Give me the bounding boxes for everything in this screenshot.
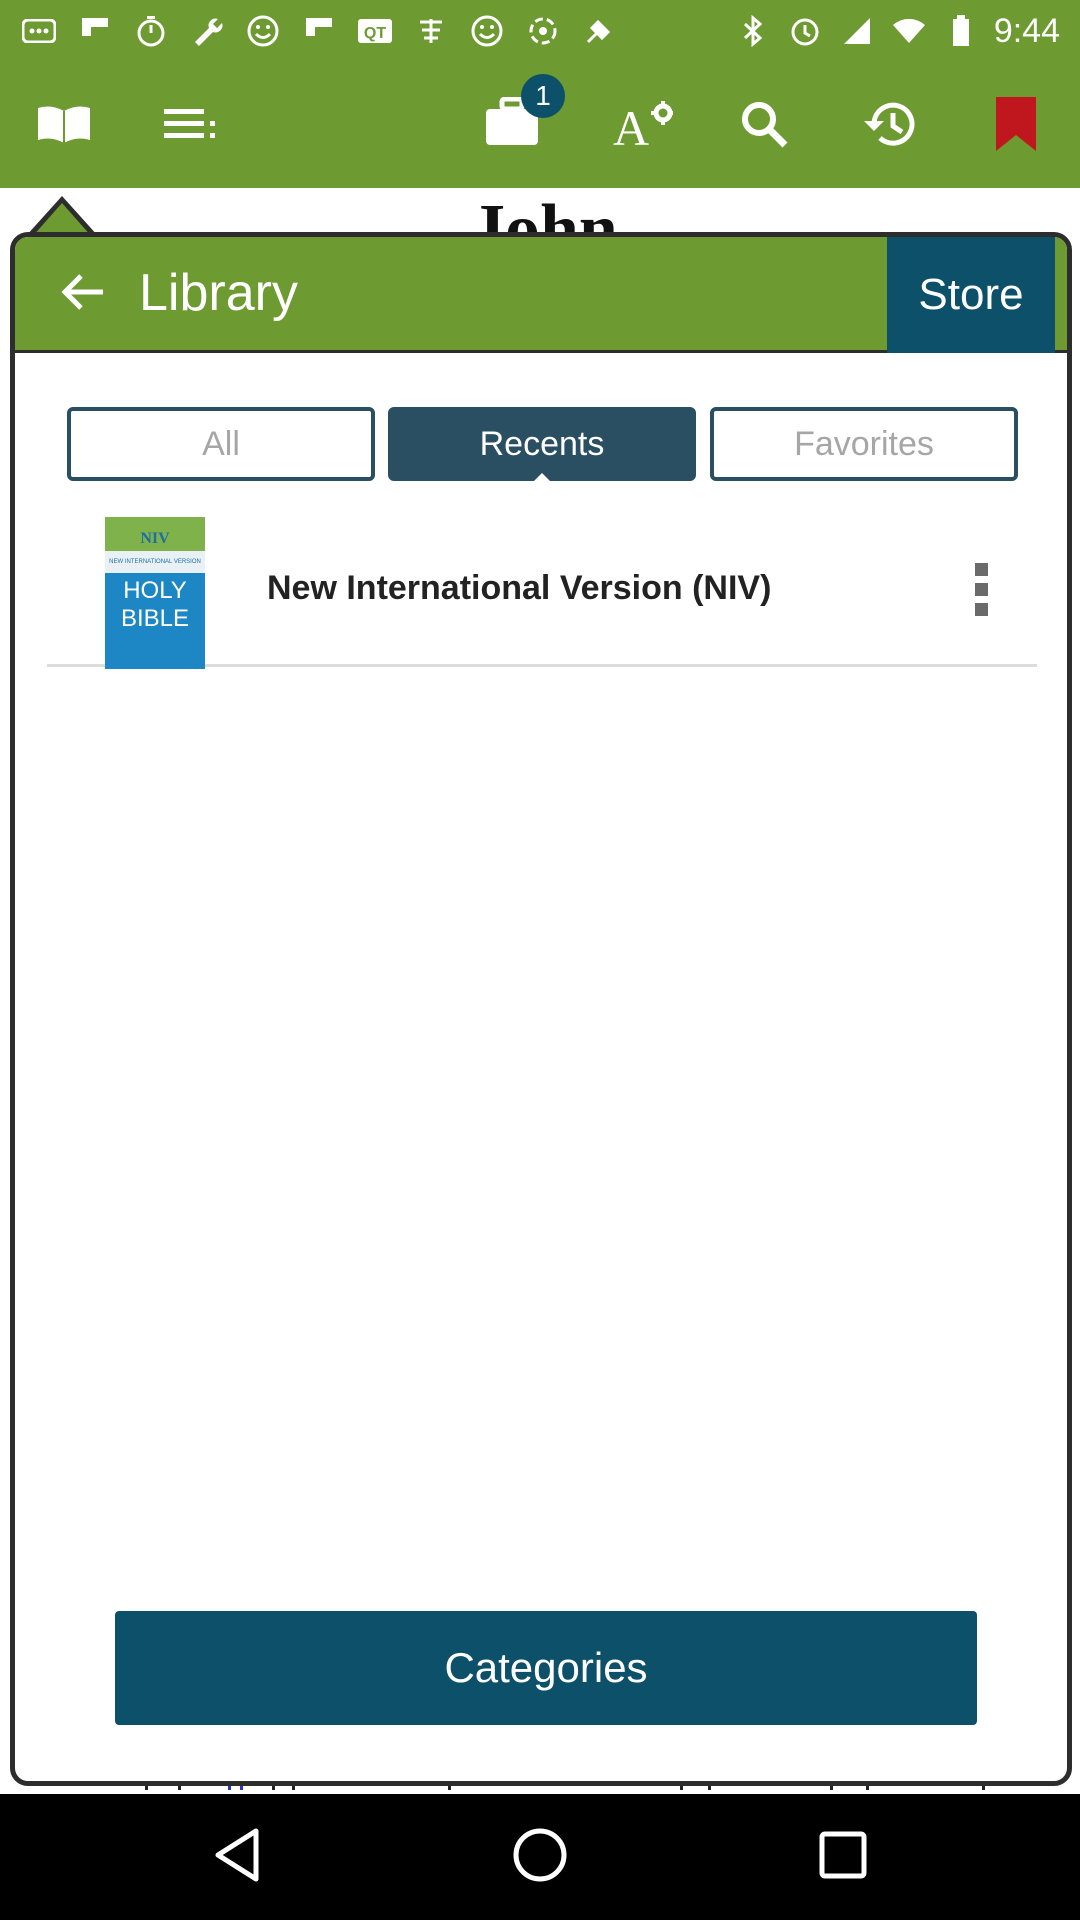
recents-square-icon (818, 1830, 868, 1885)
book-icon[interactable] (24, 84, 104, 164)
list-item[interactable]: NIV NEW INTERNATIONAL VERSION HOLY BIBLE… (47, 507, 1037, 669)
smiley-icon (468, 12, 506, 50)
library-popup: Library Store All Recents Favorites NIV … (10, 232, 1072, 1786)
svg-text:A: A (613, 100, 649, 149)
popup-title: Library (139, 264, 298, 322)
battery-icon (942, 12, 980, 50)
back-nav-button[interactable] (202, 1822, 272, 1892)
text-settings-icon[interactable]: A (602, 84, 682, 164)
wrench-icon (188, 12, 226, 50)
notification-badge: 1 (521, 74, 565, 118)
system-icons: 9:44 (734, 12, 1060, 51)
cycle-icon (524, 12, 562, 50)
more-options-icon (974, 562, 988, 576)
notification-icons: QT (20, 12, 618, 50)
flipboard-icon (76, 12, 114, 50)
history-icon[interactable] (850, 84, 930, 164)
svg-text:QT: QT (364, 25, 386, 42)
list-icon[interactable] (150, 84, 230, 164)
book-cover: NIV NEW INTERNATIONAL VERSION HOLY BIBLE (105, 517, 205, 669)
tab-all[interactable]: All (67, 407, 375, 481)
back-arrow-icon (59, 272, 105, 317)
store-button[interactable]: Store (887, 237, 1055, 353)
alarm-icon (786, 12, 824, 50)
tab-recents[interactable]: Recents (388, 407, 696, 483)
home-circle-icon (512, 1827, 568, 1888)
more-notifications-icon (20, 12, 58, 50)
fake-gps-icon (580, 12, 618, 50)
home-nav-button[interactable] (505, 1822, 575, 1892)
popup-header: Library Store (15, 237, 1067, 353)
qt-icon: QT (356, 12, 394, 50)
chinese-char-icon (412, 12, 450, 50)
svg-text:NIV: NIV (140, 530, 170, 547)
back-triangle-icon (212, 1827, 262, 1888)
cover-title: HOLY BIBLE (120, 577, 190, 632)
flipboard-icon (300, 12, 338, 50)
smiley-icon (244, 12, 282, 50)
search-icon[interactable] (724, 84, 804, 164)
cover-subtitle: NEW INTERNATIONAL VERSION (109, 559, 201, 565)
recents-nav-button[interactable] (808, 1822, 878, 1892)
clock: 9:44 (993, 11, 1060, 50)
more-options-button[interactable] (961, 549, 1001, 629)
app-toolbar: 1 A (0, 62, 1080, 188)
status-bar: QT 9:44 (0, 0, 1080, 62)
back-button[interactable] (49, 261, 115, 327)
bookmark-icon[interactable] (976, 84, 1056, 164)
navigation-bar (0, 1794, 1080, 1920)
library-tabs: All Recents Favorites (67, 407, 1027, 483)
wifi-icon (890, 12, 928, 50)
categories-button[interactable]: Categories (115, 1611, 977, 1725)
tab-favorites[interactable]: Favorites (710, 407, 1018, 481)
book-title: New International Version (NIV) (267, 569, 772, 607)
bluetooth-icon (734, 12, 772, 50)
signal-icon (838, 12, 876, 50)
timer-icon (132, 12, 170, 50)
